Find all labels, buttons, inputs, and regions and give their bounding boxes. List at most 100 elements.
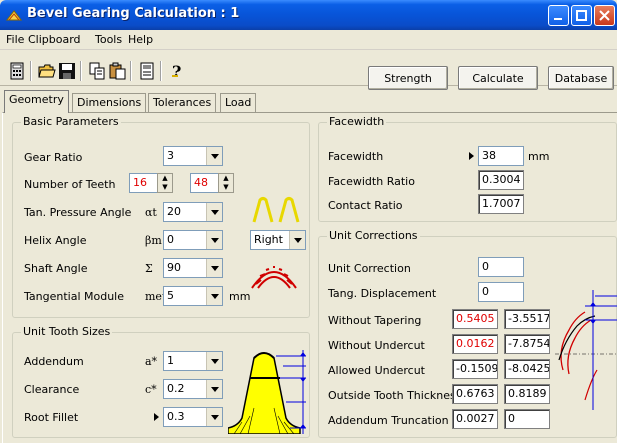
menu-help[interactable]: Help bbox=[128, 33, 153, 46]
unit-correction-label: Unit Correction bbox=[328, 262, 411, 275]
clearance-symbol: c* bbox=[145, 383, 157, 396]
shaft-angle-symbol: Σ bbox=[145, 262, 153, 275]
calculator-icon[interactable] bbox=[8, 62, 26, 80]
strength-button[interactable]: Strength bbox=[368, 66, 448, 90]
module-value: 5 bbox=[167, 289, 174, 302]
help-icon[interactable]: ? bbox=[168, 62, 186, 80]
gear-ratio-value: 3 bbox=[167, 149, 174, 162]
allowed-undercut-label: Allowed Undercut bbox=[328, 364, 425, 377]
pressure-angle-label: Tan. Pressure Angle bbox=[24, 206, 132, 219]
group-title: Unit Tooth Sizes bbox=[21, 325, 113, 338]
toolbar-separator bbox=[30, 61, 32, 81]
root-fillet-value: 0.3 bbox=[167, 410, 185, 423]
chevron-down-icon[interactable] bbox=[206, 287, 222, 305]
contact-ratio-label: Contact Ratio bbox=[328, 199, 403, 212]
without-undercut-label: Without Undercut bbox=[328, 339, 425, 352]
teeth-z2-spinner[interactable]: ▲ ▼ bbox=[218, 173, 234, 193]
facewidth-unit: mm bbox=[528, 150, 550, 163]
chevron-down-icon[interactable] bbox=[206, 203, 222, 221]
clearance-value: 0.2 bbox=[167, 382, 185, 395]
document-icon[interactable] bbox=[138, 62, 156, 80]
menu-clipboard[interactable]: Clipboard bbox=[28, 33, 81, 46]
calculate-button[interactable]: Calculate bbox=[458, 66, 538, 90]
paste-icon[interactable] bbox=[108, 62, 126, 80]
facewidth-input[interactable]: 38 bbox=[478, 146, 524, 166]
tooth-dimension-diagram bbox=[228, 350, 306, 434]
minimize-icon bbox=[554, 18, 562, 20]
title-bar: Bevel Gearing Calculation : 1 bbox=[0, 0, 617, 30]
chevron-down-icon[interactable] bbox=[206, 352, 222, 370]
app-window: Bevel Gearing Calculation : 1 File Clipb… bbox=[0, 0, 617, 443]
outside-thickness-value-1: 0.6763 bbox=[452, 384, 498, 404]
close-button[interactable] bbox=[594, 5, 615, 26]
root-fillet-label: Root Fillet bbox=[24, 411, 79, 424]
minimize-button[interactable] bbox=[548, 5, 569, 26]
maximize-button[interactable] bbox=[571, 5, 592, 26]
pressure-angle-symbol: αt bbox=[145, 206, 157, 219]
unit-correction-input[interactable]: 0 bbox=[478, 257, 524, 277]
chevron-down-icon[interactable] bbox=[206, 259, 222, 277]
helix-hand-value: Right bbox=[254, 233, 283, 246]
menu-tools[interactable]: Tools bbox=[95, 33, 122, 46]
chevron-down-icon[interactable] bbox=[206, 408, 222, 426]
tab-geometry[interactable]: Geometry bbox=[4, 90, 69, 113]
chevron-down-icon[interactable] bbox=[206, 380, 222, 398]
row-marker-icon bbox=[465, 147, 477, 165]
addendum-truncation-value-1: 0.0027 bbox=[452, 409, 498, 429]
chevron-down-icon[interactable] bbox=[289, 231, 305, 249]
tang-displacement-input[interactable]: 0 bbox=[478, 282, 524, 302]
helix-angle-label: Helix Angle bbox=[24, 234, 87, 247]
toolbar: ? Strength Calculate Database bbox=[0, 52, 617, 90]
profile-correction-diagram bbox=[555, 290, 617, 410]
addendum-truncation-value-2: 0 bbox=[504, 409, 550, 429]
allowed-undercut-value-1: -0.1509 bbox=[452, 359, 498, 379]
maximize-icon bbox=[576, 10, 587, 21]
group-title: Facewidth bbox=[327, 115, 387, 128]
outside-thickness-label: Outside Tooth Thickness bbox=[328, 389, 462, 402]
chevron-down-icon[interactable] bbox=[206, 147, 222, 165]
without-undercut-value-2: -7.8754 bbox=[504, 334, 550, 354]
tab-load[interactable]: Load bbox=[220, 93, 257, 112]
gear-app-icon bbox=[6, 10, 22, 21]
module-unit: mm bbox=[229, 290, 251, 303]
outside-thickness-value-2: 0.8189 bbox=[504, 384, 550, 404]
clearance-label: Clearance bbox=[24, 383, 80, 396]
without-tapering-value-1: 0.5405 bbox=[452, 309, 498, 329]
menu-file[interactable]: File bbox=[6, 33, 24, 46]
tangential-module-label: Tangential Module bbox=[24, 290, 124, 303]
tang-displacement-label: Tang. Displacement bbox=[328, 287, 437, 300]
copy-icon[interactable] bbox=[88, 62, 106, 80]
save-icon[interactable] bbox=[58, 62, 76, 80]
number-of-teeth-label: Number of Teeth bbox=[24, 178, 116, 191]
helix-angle-value: 0 bbox=[167, 233, 174, 246]
chevron-down-icon[interactable] bbox=[206, 231, 222, 249]
facewidth-label: Facewidth bbox=[328, 150, 384, 163]
facewidth-ratio-label: Facewidth Ratio bbox=[328, 175, 415, 188]
window-title: Bevel Gearing Calculation : 1 bbox=[27, 6, 240, 21]
without-tapering-value-2: -3.5517 bbox=[504, 309, 550, 329]
toolbar-separator bbox=[80, 61, 82, 81]
tab-dimensions[interactable]: Dimensions bbox=[72, 93, 147, 112]
allowed-undercut-value-2: -8.0425 bbox=[504, 359, 550, 379]
open-folder-icon[interactable] bbox=[38, 62, 56, 80]
group-title: Basic Parameters bbox=[21, 115, 121, 128]
gear-ratio-label: Gear Ratio bbox=[24, 151, 83, 164]
addendum-symbol: a* bbox=[145, 355, 158, 368]
addendum-value: 1 bbox=[167, 354, 174, 367]
database-button[interactable]: Database bbox=[548, 66, 614, 90]
svg-text:?: ? bbox=[172, 62, 181, 80]
row-marker-icon bbox=[150, 408, 162, 426]
shaft-angle-label: Shaft Angle bbox=[24, 262, 88, 275]
group-title: Unit Corrections bbox=[327, 229, 420, 242]
tab-tolerances[interactable]: Tolerances bbox=[148, 93, 217, 112]
close-icon bbox=[599, 10, 610, 21]
without-undercut-value-1: 0.0162 bbox=[452, 334, 498, 354]
shaft-angle-value: 90 bbox=[167, 261, 181, 274]
teeth-z1-spinner[interactable]: ▲ ▼ bbox=[157, 173, 173, 193]
addendum-truncation-label: Addendum Truncation bbox=[328, 414, 449, 427]
tab-bar: Geometry Dimensions Tolerances Load bbox=[0, 90, 617, 113]
bevel-gear-icon bbox=[251, 266, 297, 289]
contact-ratio-value: 1.7007 bbox=[478, 194, 524, 214]
pressure-angle-value: 20 bbox=[167, 205, 181, 218]
without-tapering-label: Without Tapering bbox=[328, 314, 422, 327]
